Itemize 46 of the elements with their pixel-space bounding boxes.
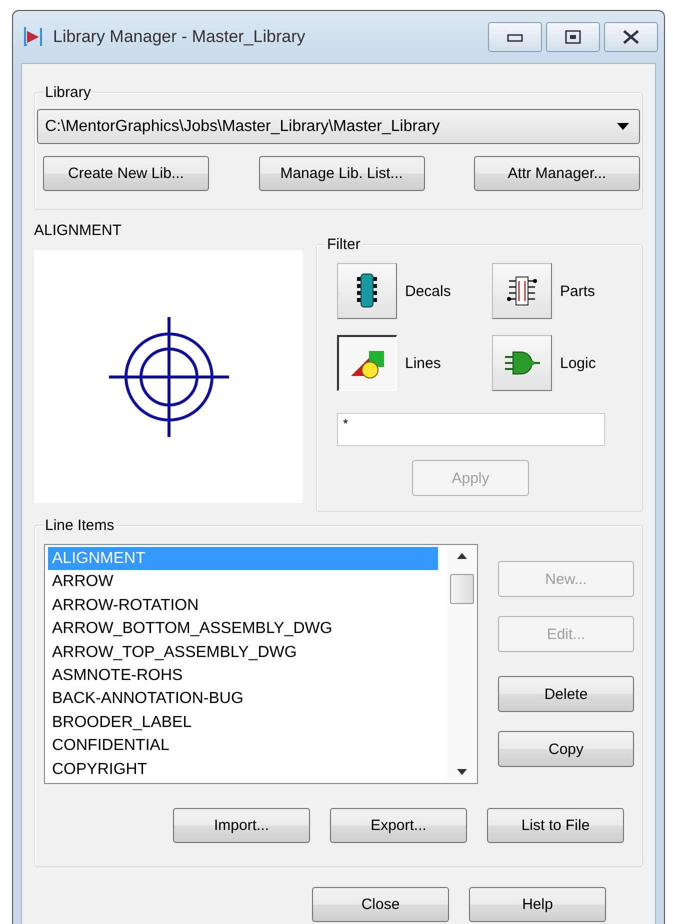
chip-icon (356, 273, 378, 309)
dialog-button[interactable]: Help (469, 887, 606, 922)
preview-title: ALIGNMENT (34, 222, 123, 241)
list-item[interactable]: ARROW (48, 570, 438, 594)
minimize-button[interactable] (488, 22, 542, 52)
list-item[interactable]: ASMNOTE-ROHS (48, 664, 438, 688)
list-item[interactable]: ARROW_TOP_ASSEMBLY_DWG (48, 640, 438, 664)
filter-label: Parts (560, 282, 596, 300)
action-button[interactable]: List to File (487, 808, 624, 843)
filter-label: Decals (405, 282, 451, 300)
list-item[interactable]: ARROW-ROTATION (48, 594, 438, 618)
list-item[interactable]: CONFIDENTIAL (48, 734, 438, 758)
library-button[interactable]: Attr Manager... (474, 156, 640, 191)
scroll-down-icon[interactable] (457, 769, 467, 775)
window-title: Library Manager - Master_Library (53, 27, 306, 47)
restore-icon (565, 30, 581, 44)
action-button[interactable]: Export... (330, 808, 467, 843)
minimize-icon (507, 32, 523, 42)
list-item[interactable]: BROODER_LABEL (48, 710, 438, 734)
list-item[interactable]: COPYRIGHT (48, 758, 438, 781)
side-button[interactable]: Copy (498, 731, 634, 767)
list-item[interactable]: BACK-ANNOTATION-BUG (48, 687, 438, 711)
scrollbar[interactable] (447, 545, 477, 783)
restore-button[interactable] (546, 22, 600, 52)
side-button[interactable]: Delete (498, 676, 634, 712)
logic-gate-icon (503, 350, 541, 376)
dialog-button[interactable]: Close (312, 887, 449, 922)
filter-label: Lines (405, 354, 441, 372)
group-label: Library (43, 84, 93, 102)
scroll-up-icon[interactable] (457, 553, 467, 559)
filter-input[interactable]: * (337, 413, 605, 446)
filter-toggle[interactable] (337, 335, 397, 391)
library-dropdown[interactable]: C:\MentorGraphics\Jobs\Master_Library\Master_Library (37, 109, 640, 144)
library-button[interactable]: Manage Lib. List... (258, 156, 424, 191)
filter-label: Logic (560, 354, 596, 372)
scrollbar-thumb[interactable] (450, 574, 474, 604)
app-icon (23, 25, 45, 49)
dropdown-arrow-icon (617, 123, 629, 130)
close-icon (622, 30, 640, 44)
library-button[interactable]: Create New Lib... (43, 156, 209, 191)
filter-toggle[interactable] (337, 263, 397, 319)
action-button[interactable]: Import... (173, 808, 310, 843)
filter-toggle[interactable] (492, 263, 552, 319)
list-item[interactable]: ARROW_BOTTOM_ASSEMBLY_DWG (48, 617, 438, 641)
filter-toggle[interactable] (492, 335, 552, 391)
close-button[interactable] (604, 22, 658, 52)
